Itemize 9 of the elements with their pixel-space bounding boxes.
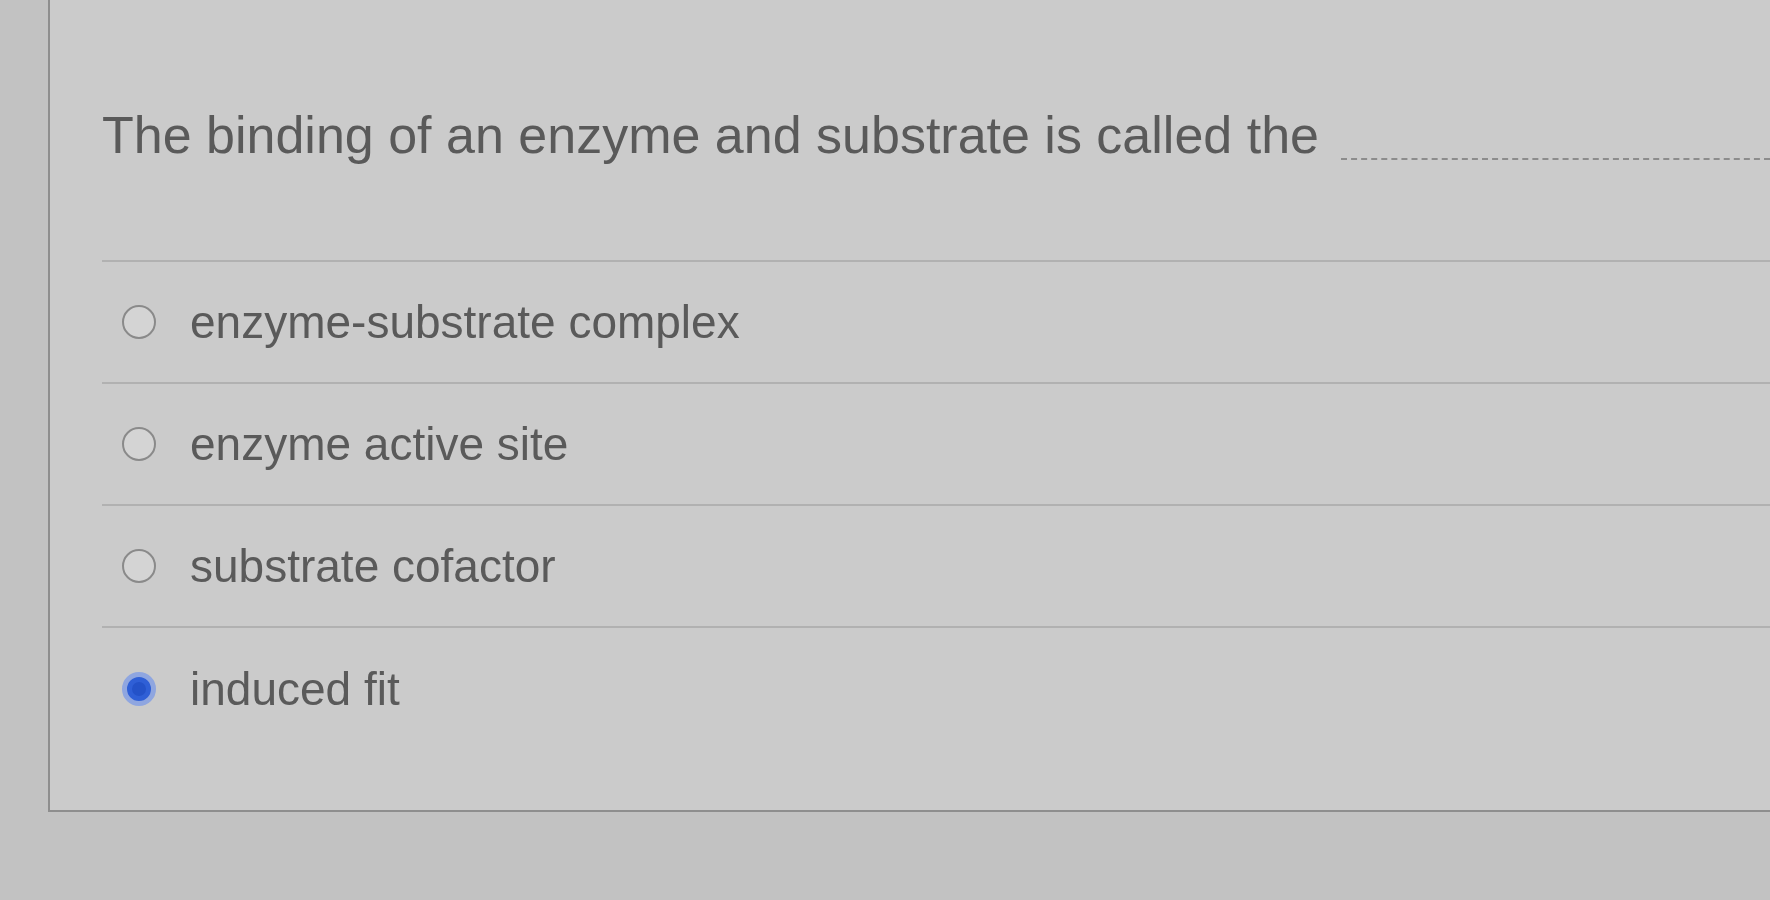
radio-button[interactable] [122,672,156,707]
option-label[interactable]: enzyme-substrate complex [190,294,740,350]
option-label[interactable]: induced fit [190,661,400,717]
question-text: The binding of an enzyme and substrate is called the [102,105,1319,166]
radio-button[interactable] [122,549,156,584]
option-label[interactable]: substrate cofactor [190,538,556,594]
radio-button[interactable] [122,427,156,462]
radio-button[interactable] [122,305,156,340]
option-label[interactable]: enzyme active site [190,416,569,472]
